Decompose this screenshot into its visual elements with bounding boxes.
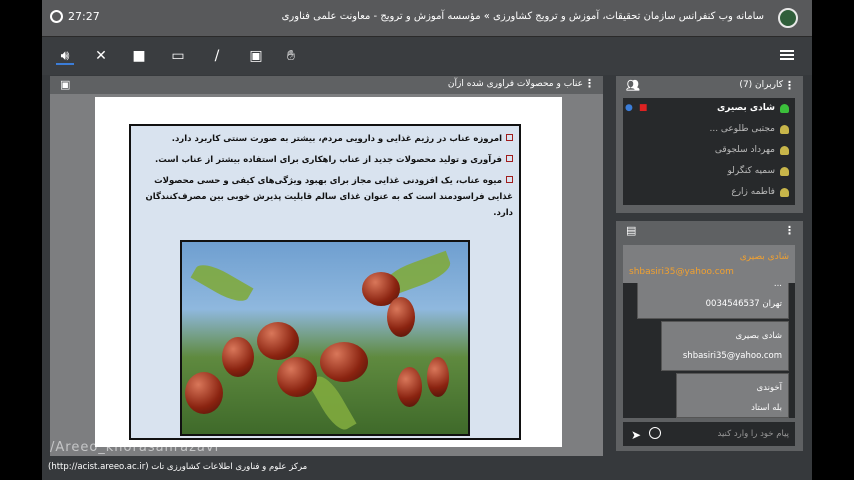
send-icon[interactable]: ➤ bbox=[631, 428, 641, 442]
chat-message: شادی بصیری shbasiri35@yahoo.com bbox=[661, 321, 789, 371]
camera-active-icon: ■ bbox=[638, 103, 648, 113]
user-item[interactable]: شادی بصیری ■ ● bbox=[623, 98, 795, 119]
slide-bullet: میوه عناب، یک افزودنی غذایی مجاز برای به… bbox=[145, 176, 513, 218]
presentation-icon[interactable]: ▣ bbox=[247, 47, 265, 65]
footer-text: مرکز علوم و فناوری اطلاعات کشاورزی تات (… bbox=[48, 462, 308, 472]
mic-off-icon[interactable]: ✕ bbox=[92, 47, 110, 65]
mic-icon: ● bbox=[625, 103, 633, 113]
user-icon bbox=[780, 188, 789, 197]
session-timer: 27:27 bbox=[50, 10, 100, 23]
chat-messages: ... تهران 0034546537 شادی بصیری shbasiri35… bbox=[623, 283, 795, 418]
jujube-photo bbox=[180, 240, 470, 436]
presentation-header: ▣ عناب و محصولات فراوری شده ازآن ⋮ bbox=[50, 76, 603, 94]
chat-message: ... تهران 0034546537 bbox=[637, 283, 789, 319]
user-icon bbox=[780, 146, 789, 155]
users-title: کاربران (7) bbox=[739, 80, 783, 90]
slide-bullet: امروزه عناب در رژیم غذایی و دارویی مردم،… bbox=[131, 131, 519, 147]
slide-content: امروزه عناب در رژیم غذایی و دارویی مردم،… bbox=[129, 124, 521, 440]
more-options-icon[interactable]: ⋮ bbox=[584, 77, 595, 90]
hamburger-menu-icon[interactable] bbox=[780, 50, 794, 60]
user-icon bbox=[780, 125, 789, 134]
emoji-icon[interactable] bbox=[649, 427, 661, 439]
presentation-title: عناب و محصولات فراوری شده ازآن bbox=[447, 79, 583, 89]
camera-icon[interactable]: ■ bbox=[130, 47, 148, 65]
presentation-panel: ▣ عناب و محصولات فراوری شده ازآن ⋮ امروز… bbox=[50, 76, 603, 456]
user-icon bbox=[780, 167, 789, 176]
more-options-icon[interactable]: ⋮ bbox=[784, 224, 795, 237]
logo bbox=[778, 8, 798, 28]
user-item[interactable]: مجتبی طلوعی ... bbox=[623, 119, 795, 140]
chat-header: ▤ ⋮ bbox=[616, 221, 803, 241]
user-item[interactable]: سمیه کنگرلو bbox=[623, 161, 795, 182]
app-window: 27:27 سامانه وب کنفرانس سازمان تحقیقات، … bbox=[42, 0, 812, 480]
speaker-icon[interactable]: 🔊︎ bbox=[56, 47, 74, 65]
user-item[interactable]: مهرداد سلجوقی bbox=[623, 140, 795, 161]
chat-message: آخوندی بله استاد bbox=[676, 373, 789, 418]
toolbar: 🔊︎ ✕ ■ ▭ / ▣ ✋︎ bbox=[42, 37, 812, 75]
users-icon: 👥︎ bbox=[626, 79, 640, 92]
users-panel: 👥︎ کاربران (7) ⋮ شادی بصیری ■ ● مجتبی طلوع… bbox=[616, 76, 803, 213]
raise-hand-icon[interactable]: ✋︎ bbox=[282, 47, 300, 65]
screen-share-icon[interactable]: ▭ bbox=[169, 47, 187, 65]
presentation-toggle-icon[interactable]: ▣ bbox=[60, 78, 70, 91]
user-list: شادی بصیری ■ ● مجتبی طلوعی ... مهرداد سلجو… bbox=[623, 98, 795, 205]
slide: امروزه عناب در رژیم غذایی و دارویی مردم،… bbox=[95, 97, 562, 447]
chat-icon: ▤ bbox=[626, 224, 637, 237]
chat-input[interactable]: پیام خود را وارد کنید ➤ bbox=[623, 422, 795, 446]
users-header: 👥︎ کاربران (7) ⋮ bbox=[616, 76, 803, 96]
clock-icon bbox=[50, 10, 63, 23]
pinned-message: شادی بصیری shbasiri35@yahoo.com bbox=[623, 245, 795, 285]
user-item[interactable]: فاطمه زارع bbox=[623, 182, 795, 203]
user-icon bbox=[780, 104, 789, 113]
slide-bullet: فرآوری و تولید محصولات جدید از عناب راهک… bbox=[131, 152, 519, 168]
watermark: /Areeo_khorasanrazavi bbox=[50, 440, 220, 455]
top-bar: 27:27 سامانه وب کنفرانس سازمان تحقیقات، … bbox=[42, 0, 812, 37]
more-options-icon[interactable]: ⋮ bbox=[784, 79, 795, 92]
page-title: سامانه وب کنفرانس سازمان تحقیقات، آموزش … bbox=[281, 11, 764, 22]
timer-text: 27:27 bbox=[68, 10, 100, 23]
chat-panel: ▤ ⋮ شادی بصیری shbasiri35@yahoo.com ... ته… bbox=[616, 221, 803, 451]
brush-icon[interactable]: / bbox=[208, 47, 226, 65]
